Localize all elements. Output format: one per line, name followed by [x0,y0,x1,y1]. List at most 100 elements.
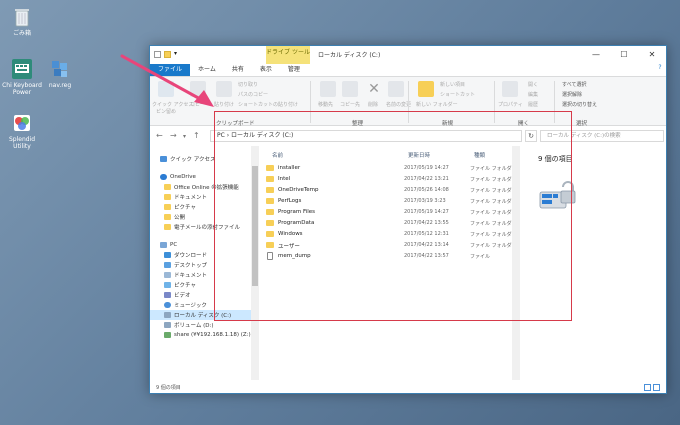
table-row[interactable]: ユーザー 2017/04/22 13:14 ファイル フォルダー [266,240,517,250]
select-all-button[interactable]: すべて選択 [562,81,586,88]
table-row[interactable]: mem_dump 2017/04/22 13:57 ファイル [266,251,516,261]
delete-button[interactable]: 削除 [368,101,378,108]
folder-icon [266,209,274,215]
address-bar[interactable]: PC › ローカル ディスク (C:) [210,130,522,142]
search-input[interactable]: ローカル ディスク (C:)の検索 [540,130,664,142]
drive-icon [164,322,171,328]
minimize-button[interactable]: — [582,46,610,64]
file-date: 2017/04/22 13:57 [404,253,449,259]
table-row[interactable]: Program Files 2017/05/19 14:27 ファイル フォルダー [266,207,517,217]
copy-path-button[interactable]: パスのコピー [238,91,268,98]
open-button[interactable]: 開く [528,81,538,88]
copy-button[interactable]: コピー [190,101,205,108]
new-folder-button[interactable]: 新しい フォルダー [416,101,458,108]
edit-button[interactable]: 編集 [528,91,538,98]
paste-icon [216,81,232,97]
invert-selection-button[interactable]: 選択の切り替え [562,101,597,108]
file-type: ファイル フォルダー [470,188,517,194]
file-type: ファイル フォルダー [470,199,517,205]
new-folder-quick-icon[interactable] [164,51,171,58]
details-view-button[interactable] [644,384,651,391]
column-header-date[interactable]: 更新日時 [408,151,430,159]
large-icons-view-button[interactable] [653,384,660,391]
nav-item-share-z[interactable]: share (¥¥192.168.1.18) (Z:) [164,330,251,340]
tab-file[interactable]: ファイル [150,64,191,76]
table-row[interactable]: ProgramData 2017/04/22 13:55 ファイル フォルダー [266,218,517,228]
nav-item-public[interactable]: 公開 [164,212,185,222]
move-to-button[interactable]: 移動先 [318,101,333,108]
nav-item-pictures[interactable]: ピクチャ [164,280,196,290]
desktop-icon-nav-reg[interactable]: nav.reg [38,58,82,89]
file-date: 2017/04/22 13:55 [404,220,449,226]
nav-item-email-attachments[interactable]: 電子メールの添付ファイル [164,222,240,232]
drive-tools-tab[interactable]: ドライブ ツール [266,46,310,64]
content-scrollbar[interactable] [512,146,520,380]
nav-item-videos[interactable]: ビデオ [164,290,191,300]
paste-shortcut-button[interactable]: ショートカットの貼り付け [238,101,298,108]
cloud-icon [160,174,167,180]
nav-item-quick-access[interactable]: クイック アクセス [160,154,215,164]
nav-scrollbar[interactable] [251,146,259,380]
table-row[interactable]: installer 2017/05/19 14:27 ファイル フォルダー [266,163,517,173]
nav-item-onedrive-documents[interactable]: ドキュメント [164,192,207,202]
maximize-button[interactable]: ☐ [610,46,638,64]
desktop-icon-recycle-bin[interactable]: ごみ箱 [0,6,44,37]
tab-share[interactable]: 共有 [224,64,252,76]
file-name: ProgramData [278,220,315,226]
nav-item-onedrive[interactable]: OneDrive [160,172,196,182]
forward-button[interactable]: → [170,131,177,140]
paste-button[interactable]: 貼り付け [214,101,234,108]
copy-to-icon [342,81,358,97]
customize-chevron-icon[interactable]: ▾ [174,51,178,58]
nav-item-volume-d[interactable]: ボリューム (D:) [164,320,213,330]
nav-item-documents[interactable]: ドキュメント [164,270,207,280]
recent-chevron-icon[interactable]: ▾ [183,133,186,140]
file-name: Program Files [278,209,316,215]
help-icon[interactable]: ? [654,64,666,76]
close-button[interactable]: ✕ [638,46,666,64]
table-row[interactable]: Windows 2017/05/12 12:31 ファイル フォルダー [266,229,517,239]
nav-item-office-online[interactable]: Office Online の拡張機能 [164,182,239,192]
file-date: 2017/05/19 14:27 [404,165,449,171]
nav-item-desktop[interactable]: デスクトップ [164,260,207,270]
window-title: ローカル ディスク (C:) [318,52,381,59]
view-toggle [644,384,660,391]
tab-view[interactable]: 表示 [252,64,280,76]
file-icon [267,252,273,260]
title-bar[interactable]: ▾ ドライブ ツール ローカル ディスク (C:) — ☐ ✕ [150,46,666,64]
file-name: mem_dump [278,253,311,259]
cut-button[interactable]: 切り取り [238,81,258,88]
properties-button[interactable]: プロパティ [498,101,523,108]
history-button[interactable]: 履歴 [528,101,538,108]
nav-item-local-disk-c[interactable]: ローカル ディスク (C:) [150,310,258,320]
shortcut-button[interactable]: ショートカット [440,91,475,98]
nav-scroll-thumb[interactable] [252,166,258,286]
back-button[interactable]: ← [156,131,163,140]
properties-quick-icon[interactable] [154,51,161,58]
nav-item-music[interactable]: ミュージック [164,300,207,310]
download-icon [164,252,171,258]
tab-manage[interactable]: 管理 [280,64,308,76]
nav-item-pc[interactable]: PC [160,240,177,250]
tab-home[interactable]: ホーム [190,64,224,76]
copy-to-button[interactable]: コピー先 [340,101,360,108]
table-row[interactable]: OneDriveTemp 2017/05/26 14:08 ファイル フォルダー [266,185,517,195]
table-row[interactable]: PerfLogs 2017/03/19 3:23 ファイル フォルダー [266,196,517,206]
group-label-select: 選択 [576,121,588,127]
column-header-type[interactable]: 種類 [474,151,485,159]
column-header-name[interactable]: 名前 [272,151,283,159]
group-divider [494,81,495,123]
nav-item-onedrive-pictures[interactable]: ピクチャ [164,202,196,212]
rename-icon [388,81,404,97]
file-name: PerfLogs [278,198,302,204]
select-none-button[interactable]: 選択解除 [562,91,582,98]
refresh-button[interactable]: ↻ [525,130,537,142]
up-button[interactable]: ↑ [193,131,200,140]
pin-quick-access-button[interactable]: クイック アクセス [152,101,193,108]
new-item-button[interactable]: 新しい項目 [440,81,465,88]
nav-item-downloads[interactable]: ダウンロード [164,250,207,260]
nav-label: ビデオ [174,293,191,299]
nav-label: Office Online の拡張機能 [174,185,239,191]
table-row[interactable]: Intel 2017/04/22 13:21 ファイル フォルダー [266,174,517,184]
desktop-icon-splendid-utility[interactable]: Splendid Utility [0,112,44,150]
